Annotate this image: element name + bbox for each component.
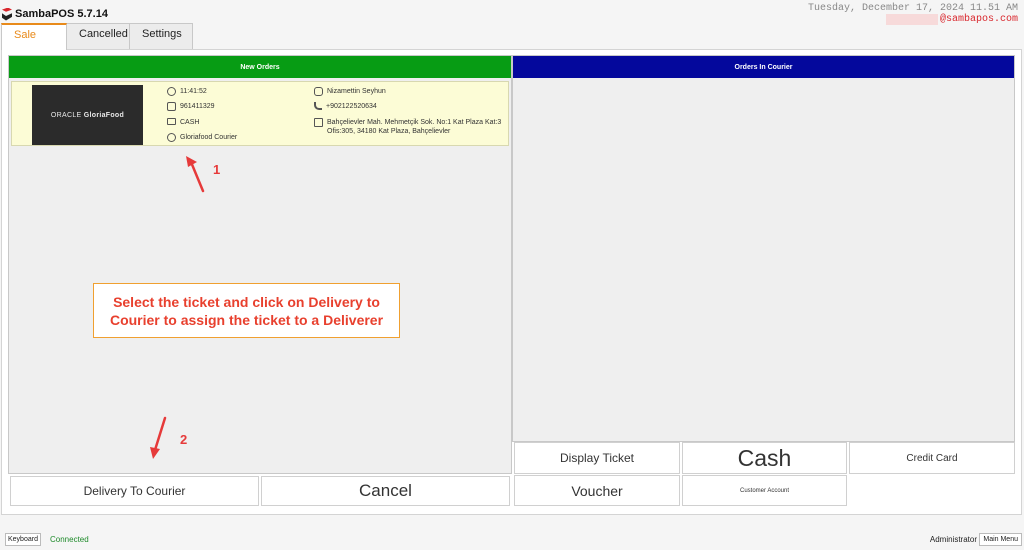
cash-button[interactable]: Cash <box>682 442 847 474</box>
order-number-field: 961411329 <box>167 102 215 111</box>
header-user: @sambapos.com <box>885 14 1018 25</box>
header-datetime: Tuesday, December 17, 2024 11.51 AM <box>807 3 1018 14</box>
main-menu-button[interactable]: Main Menu <box>979 533 1022 546</box>
redacted-email-prefix <box>885 14 938 25</box>
credit-card-icon <box>167 118 176 125</box>
app-title: SambaPOS 5.7.14 <box>15 8 108 20</box>
order-time-field: 11:41:52 <box>167 87 207 96</box>
order-courier: Gloriafood Courier <box>180 134 238 141</box>
credit-card-button[interactable]: Credit Card <box>849 442 1015 474</box>
customer-name: Nizamettin Seyhun <box>327 88 386 95</box>
annotation-step-1: 1 <box>213 162 221 177</box>
order-payment-field: CASH <box>167 118 199 127</box>
order-time: 11:41:52 <box>180 88 207 95</box>
instruction-box: Select the ticket and click on Delivery … <box>93 283 400 338</box>
customer-account-button[interactable]: Customer Account <box>682 475 847 506</box>
main-tabs: Sale Cancelled Settings <box>1 23 193 50</box>
annotation-step-2: 2 <box>180 432 188 447</box>
clock-icon <box>167 87 176 96</box>
new-orders-header: New Orders <box>9 56 511 78</box>
current-user: Administrator <box>929 535 977 544</box>
connection-status: Connected <box>50 535 89 544</box>
tab-sale[interactable]: Sale <box>1 23 67 50</box>
map-icon <box>314 118 323 127</box>
customer-address-field: Bahçelievler Mah. Mehmetçik Sok. No:1 Ka… <box>314 118 504 136</box>
voucher-button[interactable]: Voucher <box>514 475 680 506</box>
customer-phone: +902122520634 <box>326 103 377 110</box>
order-ticket-card[interactable]: ORACLE GloriaFood 11:41:52 961411329 CAS… <box>11 81 509 146</box>
annotation-arrow-1 <box>186 156 205 193</box>
logo-gloriafood-text: GloriaFood <box>83 111 125 119</box>
keyboard-button[interactable]: Keyboard <box>5 533 41 546</box>
tab-settings[interactable]: Settings <box>129 23 193 50</box>
customer-phone-field: +902122520634 <box>314 102 377 111</box>
tab-cancelled[interactable]: Cancelled <box>66 23 130 50</box>
order-courier-field: Gloriafood Courier <box>167 133 237 142</box>
order-number-icon <box>167 102 176 111</box>
info-icon <box>167 133 176 142</box>
order-payment: CASH <box>180 119 200 126</box>
annotation-arrow-2 <box>150 416 167 459</box>
delivery-to-courier-button[interactable]: Delivery To Courier <box>10 476 259 506</box>
orders-in-courier-panel: Orders In Courier <box>512 55 1015 442</box>
person-icon <box>314 87 323 96</box>
phone-icon <box>314 102 322 110</box>
customer-name-field: Nizamettin Seyhun <box>314 87 386 96</box>
orders-in-courier-header: Orders In Courier <box>513 56 1014 78</box>
sambapos-logo-icon <box>2 7 12 21</box>
order-number: 961411329 <box>180 103 215 110</box>
app-title-bar: SambaPOS 5.7.14 <box>2 6 108 22</box>
logo-oracle-text: ORACLE <box>50 111 82 119</box>
display-ticket-button[interactable]: Display Ticket <box>514 442 680 474</box>
header-user-email: @sambapos.com <box>939 14 1018 25</box>
gloriafood-logo: ORACLE GloriaFood <box>32 85 143 145</box>
customer-address: Bahçelievler Mah. Mehmetçik Sok. No:1 Ka… <box>327 119 502 135</box>
cancel-button[interactable]: Cancel <box>261 476 510 506</box>
